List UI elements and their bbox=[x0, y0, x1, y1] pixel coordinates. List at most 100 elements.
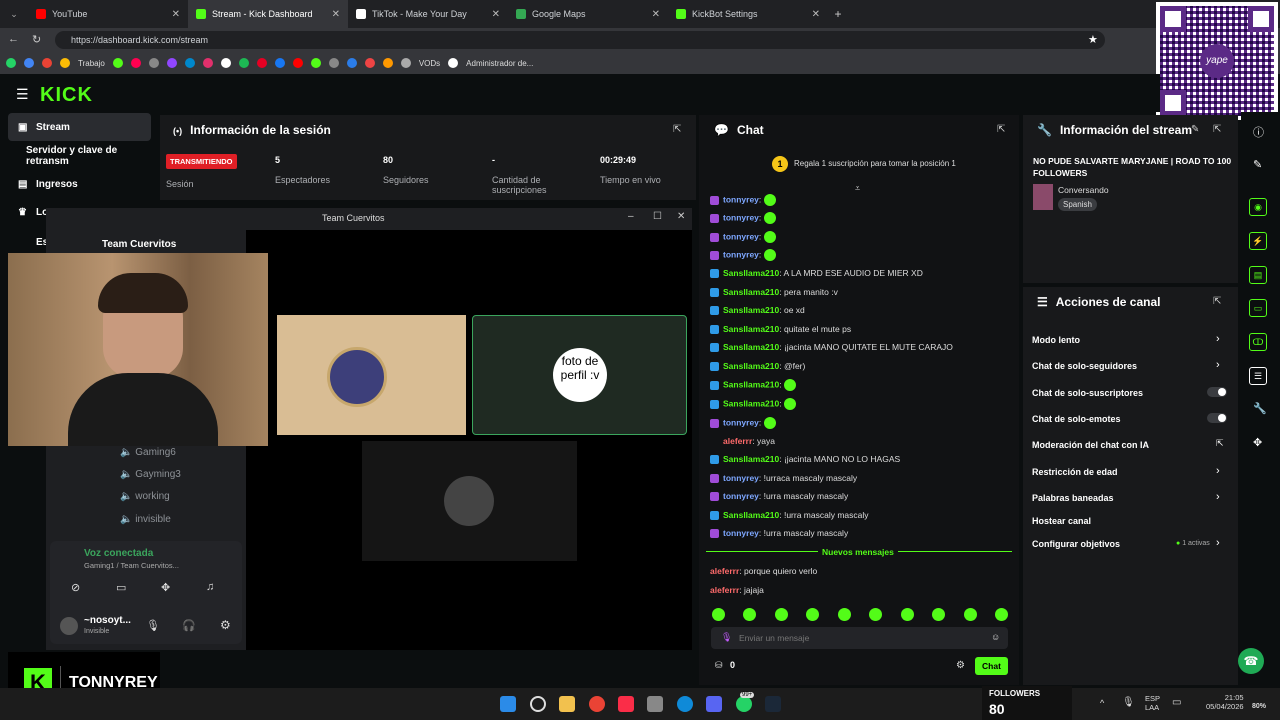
chevron-right-icon[interactable]: › bbox=[1216, 465, 1220, 477]
bookmark-trabajo[interactable]: Trabajo bbox=[78, 59, 105, 68]
chat-username[interactable]: Sansllama210 bbox=[723, 268, 779, 278]
apps-icon[interactable]: ✥ bbox=[1253, 436, 1262, 449]
gear-icon[interactable]: ⚙ bbox=[956, 660, 965, 671]
chat-username[interactable]: tonnyrey bbox=[723, 528, 759, 538]
whatsapp-icon[interactable] bbox=[6, 58, 16, 68]
windows-start-icon[interactable] bbox=[500, 696, 516, 712]
chat-username[interactable]: Sansllama210 bbox=[723, 454, 779, 464]
participant-tile-speaking[interactable]: foto de perfil :v bbox=[472, 315, 687, 435]
popout-icon[interactable]: ⇱ bbox=[1213, 296, 1221, 307]
back-icon[interactable]: ← bbox=[8, 33, 19, 45]
external-link-icon[interactable]: ⇱ bbox=[1216, 438, 1224, 449]
bookmark-icon[interactable] bbox=[382, 58, 393, 68]
chat-username[interactable]: tonnyrey bbox=[723, 491, 759, 501]
toggle-emotes-only[interactable] bbox=[1207, 413, 1227, 423]
wrench-icon[interactable]: 🔧 bbox=[1253, 402, 1267, 415]
emote-icon[interactable] bbox=[743, 608, 757, 621]
emote-icon[interactable] bbox=[932, 608, 946, 621]
file-explorer-icon[interactable] bbox=[559, 696, 575, 712]
steam-icon[interactable] bbox=[765, 696, 781, 712]
popout-icon[interactable]: ⇱ bbox=[673, 124, 681, 135]
youtube-icon[interactable] bbox=[292, 58, 303, 68]
drive-icon[interactable] bbox=[24, 58, 34, 68]
emote-icon[interactable] bbox=[774, 608, 788, 621]
kick-logo[interactable]: KICK bbox=[40, 84, 93, 107]
chat-send-button[interactable]: Chat bbox=[975, 657, 1008, 675]
edit-icon[interactable]: ✎ bbox=[1253, 158, 1262, 171]
chat-username[interactable]: tonnyrey bbox=[723, 417, 759, 427]
instagram-icon[interactable] bbox=[202, 58, 213, 68]
voice-channel[interactable]: 🔈 working bbox=[120, 491, 170, 502]
lightning-icon[interactable]: ⚡ bbox=[1249, 232, 1267, 250]
bookmark-vods[interactable]: VODs bbox=[419, 59, 440, 68]
participant-tile[interactable] bbox=[277, 315, 466, 435]
screen-share-icon[interactable]: ▭ bbox=[116, 581, 126, 594]
list-icon[interactable]: ☰ bbox=[1249, 367, 1267, 385]
tab-youtube[interactable]: YouTube ✕ bbox=[28, 0, 188, 28]
chat-username[interactable]: tonnyrey bbox=[723, 231, 759, 241]
bookmark-icon[interactable] bbox=[60, 58, 70, 68]
activities-icon[interactable]: ✥ bbox=[161, 581, 170, 594]
bookmark-icon[interactable] bbox=[148, 58, 159, 68]
document-icon[interactable]: ▤ bbox=[1249, 266, 1267, 284]
chat-username[interactable]: tonnyrey bbox=[723, 212, 759, 222]
reload-icon[interactable]: ↻ bbox=[32, 33, 41, 46]
chat-input[interactable] bbox=[739, 631, 979, 645]
tab-tiktok[interactable]: TikTok - Make Your Day ✕ bbox=[348, 0, 508, 28]
toggle-subs-only[interactable] bbox=[1207, 387, 1227, 397]
popout-icon[interactable]: ⇱ bbox=[997, 124, 1005, 135]
microphone-icon[interactable]: 🎙 bbox=[146, 619, 160, 632]
action-age-restriction[interactable]: Restricción de edad bbox=[1032, 467, 1118, 477]
chevron-right-icon[interactable]: › bbox=[1216, 491, 1220, 503]
x-icon[interactable] bbox=[220, 58, 231, 68]
chat-username[interactable]: Sansllama210 bbox=[723, 324, 779, 334]
emote-icon[interactable] bbox=[806, 608, 820, 621]
maximize-icon[interactable]: ☐ bbox=[653, 211, 662, 222]
music-icon[interactable] bbox=[130, 58, 141, 68]
facebook-icon[interactable] bbox=[274, 58, 285, 68]
action-ai-moderation[interactable]: Moderación del chat con IA bbox=[1032, 440, 1149, 450]
whatsapp-icon[interactable] bbox=[736, 696, 752, 712]
close-icon[interactable]: ✕ bbox=[812, 9, 820, 20]
twitch-icon[interactable] bbox=[166, 58, 177, 68]
action-slow-mode[interactable]: Modo lento bbox=[1032, 335, 1080, 345]
chat-username[interactable]: tonnyrey bbox=[723, 473, 759, 483]
edge-icon[interactable] bbox=[677, 696, 693, 712]
close-icon[interactable]: ✕ bbox=[172, 9, 180, 20]
action-goals[interactable]: Configurar objetivos bbox=[1032, 539, 1120, 549]
headphones-icon[interactable]: 🎧 bbox=[182, 619, 196, 632]
chat-username[interactable]: Sansllama210 bbox=[723, 287, 779, 297]
action-followers-only[interactable]: Chat de solo-seguidores bbox=[1032, 361, 1137, 371]
emote-icon[interactable] bbox=[712, 608, 725, 621]
broadcast-icon[interactable]: ↀ bbox=[1249, 333, 1267, 351]
bookmark-admin[interactable]: Administrador de... bbox=[466, 59, 533, 68]
new-tab-icon[interactable]: + bbox=[828, 7, 848, 21]
telegram-icon[interactable] bbox=[184, 58, 195, 68]
chat-username[interactable]: Sansllama210 bbox=[723, 342, 779, 352]
tab-kickbot[interactable]: KickBot Settings ✕ bbox=[668, 0, 828, 28]
camera-icon[interactable]: ◉ bbox=[1249, 198, 1267, 216]
expand-icon[interactable]: ⩡ bbox=[855, 183, 860, 194]
microphone-icon[interactable]: 🎙 bbox=[1122, 697, 1135, 708]
network-icon[interactable]: ▭ bbox=[1172, 697, 1181, 708]
spotify-icon[interactable] bbox=[238, 58, 249, 68]
minimize-icon[interactable]: – bbox=[628, 211, 634, 222]
chat-username[interactable]: Sansllama210 bbox=[723, 305, 779, 315]
points-icon[interactable]: ⛁ bbox=[715, 660, 723, 671]
bookmark-icon[interactable] bbox=[400, 58, 411, 68]
menu-icon[interactable]: ☰ bbox=[16, 86, 29, 103]
popout-icon[interactable]: ⇱ bbox=[1213, 124, 1221, 135]
chat-username[interactable]: tonnyrey bbox=[723, 194, 759, 204]
chevron-right-icon[interactable]: › bbox=[1216, 537, 1220, 549]
chat-username[interactable]: tonnyrey bbox=[723, 249, 759, 259]
clock[interactable]: 21:05 05/04/2026 bbox=[1206, 693, 1244, 711]
gear-icon[interactable]: ⚙ bbox=[220, 618, 231, 632]
action-host-channel[interactable]: Hostear canal bbox=[1032, 516, 1091, 526]
chat-username[interactable]: Sansllama210 bbox=[723, 379, 779, 389]
voice-channel[interactable]: 🔈 Gaming6 bbox=[120, 447, 176, 458]
discord-server-name[interactable]: Team Cuervitos bbox=[102, 239, 176, 250]
close-icon[interactable]: ✕ bbox=[332, 9, 340, 20]
camera-off-icon[interactable]: ⊘ bbox=[71, 581, 80, 594]
snipping-icon[interactable] bbox=[647, 696, 663, 712]
emote-icon[interactable] bbox=[837, 608, 851, 621]
